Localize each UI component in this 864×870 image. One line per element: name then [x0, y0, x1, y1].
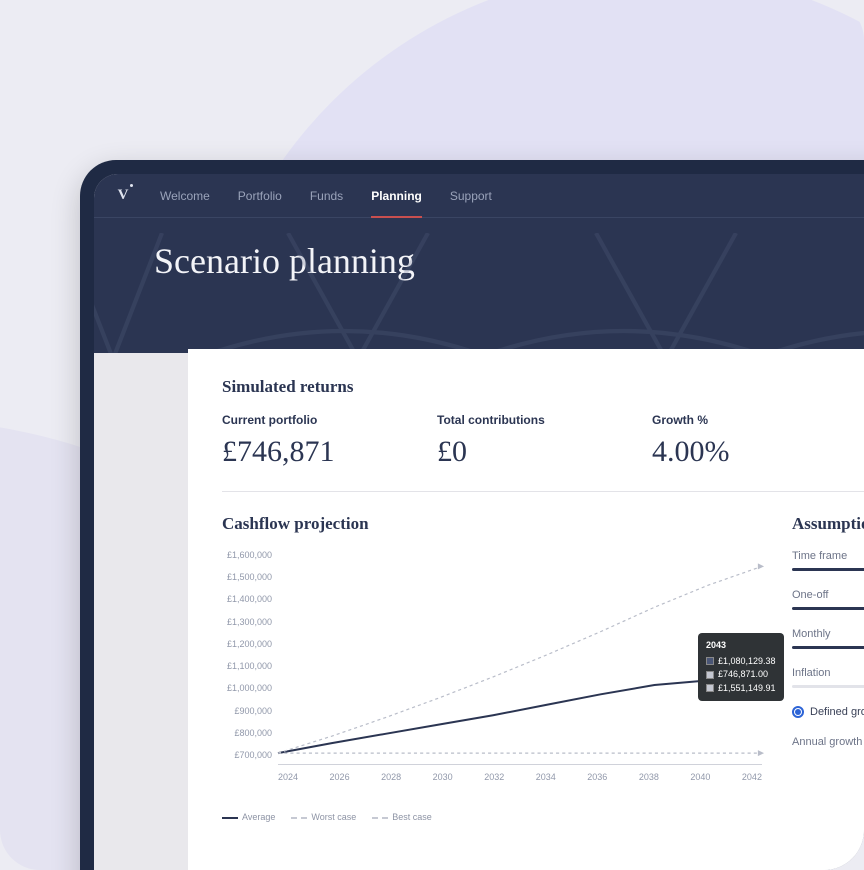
- stat-block: Current portfolio £746,871: [222, 413, 437, 469]
- stats-row: Current portfolio £746,871Total contribut…: [222, 413, 864, 492]
- y-tick-label: £900,000: [222, 706, 272, 716]
- slider-track[interactable]: [792, 646, 864, 649]
- y-tick-label: £700,000: [222, 750, 272, 760]
- legend-item: Average: [222, 812, 275, 822]
- nav-item-planning[interactable]: Planning: [371, 175, 422, 217]
- chart-tooltip: 2043 £1,080,129.38£746,871.00£1,551,149.…: [698, 633, 784, 701]
- nav-item-support[interactable]: Support: [450, 175, 492, 217]
- assumptions-title: Assumptions: [792, 514, 864, 534]
- main-nav: Welcome Portfolio Funds Planning Support: [160, 175, 492, 217]
- assumption-label: Annual growth: [792, 736, 864, 748]
- nav-item-welcome[interactable]: Welcome: [160, 175, 210, 217]
- assumption-time-frame: Time frame: [792, 550, 864, 571]
- slider-track[interactable]: [792, 607, 864, 610]
- legend-item: Worst case: [291, 812, 356, 822]
- y-tick-label: £1,200,000: [222, 639, 272, 649]
- chart-legend: Average Worst case Best case: [222, 812, 762, 822]
- x-tick-label: 2030: [433, 772, 453, 782]
- x-tick-label: 2026: [330, 772, 350, 782]
- app-screen: V WelcomePortfolioFundsPlanningSupport ✦…: [94, 174, 864, 870]
- assumption-annual-growth: Annual growth: [792, 736, 864, 754]
- stat-label: Growth %: [652, 413, 864, 427]
- tooltip-row: £1,080,129.38: [706, 655, 776, 669]
- stat-value: 4.00%: [652, 435, 864, 469]
- hero-art: [94, 233, 864, 353]
- y-tick-label: £1,500,000: [222, 572, 272, 582]
- tooltip-row: £746,871.00: [706, 668, 776, 682]
- assumptions-section: Assumptions Time frame One-off Monthly Infl…: [792, 514, 864, 822]
- content-panel: Simulated returns Current portfolio £746,…: [188, 349, 864, 870]
- chart-series-average: [278, 676, 762, 753]
- radio-label: Defined growth: [810, 706, 864, 718]
- chart-title: Cashflow projection: [222, 514, 762, 534]
- chart-section: Cashflow projection £1,600,000 £1,500,000…: [222, 514, 762, 822]
- x-tick-label: 2040: [690, 772, 710, 782]
- x-tick-label: 2024: [278, 772, 298, 782]
- nav-item-funds[interactable]: Funds: [310, 175, 343, 217]
- top-bar: V WelcomePortfolioFundsPlanningSupport ✦…: [94, 174, 864, 218]
- tablet-frame: V WelcomePortfolioFundsPlanningSupport ✦…: [80, 160, 864, 870]
- assumption-label: One-off: [792, 589, 864, 601]
- y-tick-label: £1,600,000: [222, 550, 272, 560]
- x-tick-label: 2038: [639, 772, 659, 782]
- assumption-inflation: Inflation: [792, 667, 864, 688]
- x-tick-label: 2028: [381, 772, 401, 782]
- assumption-one-off: One-off: [792, 589, 864, 610]
- stat-block: Total contributions £0: [437, 413, 652, 469]
- app-logo-icon: V: [114, 187, 132, 205]
- nav-item-portfolio[interactable]: Portfolio: [238, 175, 282, 217]
- stat-label: Total contributions: [437, 413, 652, 427]
- slider-track[interactable]: [792, 685, 864, 688]
- stat-value: £0: [437, 435, 652, 469]
- x-axis-labels: 2024 2026 2028 2030 2032 2034 2036 2038 2040 2042: [278, 772, 762, 782]
- y-tick-label: £1,100,000: [222, 661, 272, 671]
- x-tick-label: 2032: [484, 772, 504, 782]
- stat-block: Growth % 4.00%: [652, 413, 864, 469]
- radio-defined-growth[interactable]: [792, 706, 804, 718]
- simulated-returns-title: Simulated returns: [222, 377, 864, 397]
- y-tick-label: £1,000,000: [222, 683, 272, 693]
- tooltip-row: £1,551,149.91: [706, 682, 776, 696]
- y-axis-labels: £1,600,000 £1,500,000 £1,400,000 £1,300,000…: [222, 550, 272, 760]
- assumption-label: Time frame: [792, 550, 864, 562]
- legend-item: Best case: [372, 812, 432, 822]
- tooltip-year: 2043: [706, 639, 776, 653]
- y-tick-label: £1,400,000: [222, 594, 272, 604]
- assumption-label: Monthly: [792, 628, 864, 640]
- assumption-monthly: Monthly: [792, 628, 864, 649]
- cashflow-chart: £1,600,000 £1,500,000 £1,400,000 £1,300,000…: [222, 550, 762, 800]
- slider-track[interactable]: [792, 568, 864, 571]
- stat-label: Current portfolio: [222, 413, 437, 427]
- stat-value: £746,871: [222, 435, 437, 469]
- chart-plot-area: 2043 £1,080,129.38£746,871.00£1,551,149.…: [278, 555, 762, 765]
- y-tick-label: £1,300,000: [222, 617, 272, 627]
- x-tick-label: 2036: [587, 772, 607, 782]
- growth-mode-radios: Defined growthDefi: [792, 706, 864, 718]
- x-tick-label: 2034: [536, 772, 556, 782]
- chart-series-best-case: [278, 566, 762, 753]
- assumption-label: Inflation: [792, 667, 864, 679]
- x-tick-label: 2042: [742, 772, 762, 782]
- y-tick-label: £800,000: [222, 728, 272, 738]
- hero-banner: Scenario planning: [94, 218, 864, 353]
